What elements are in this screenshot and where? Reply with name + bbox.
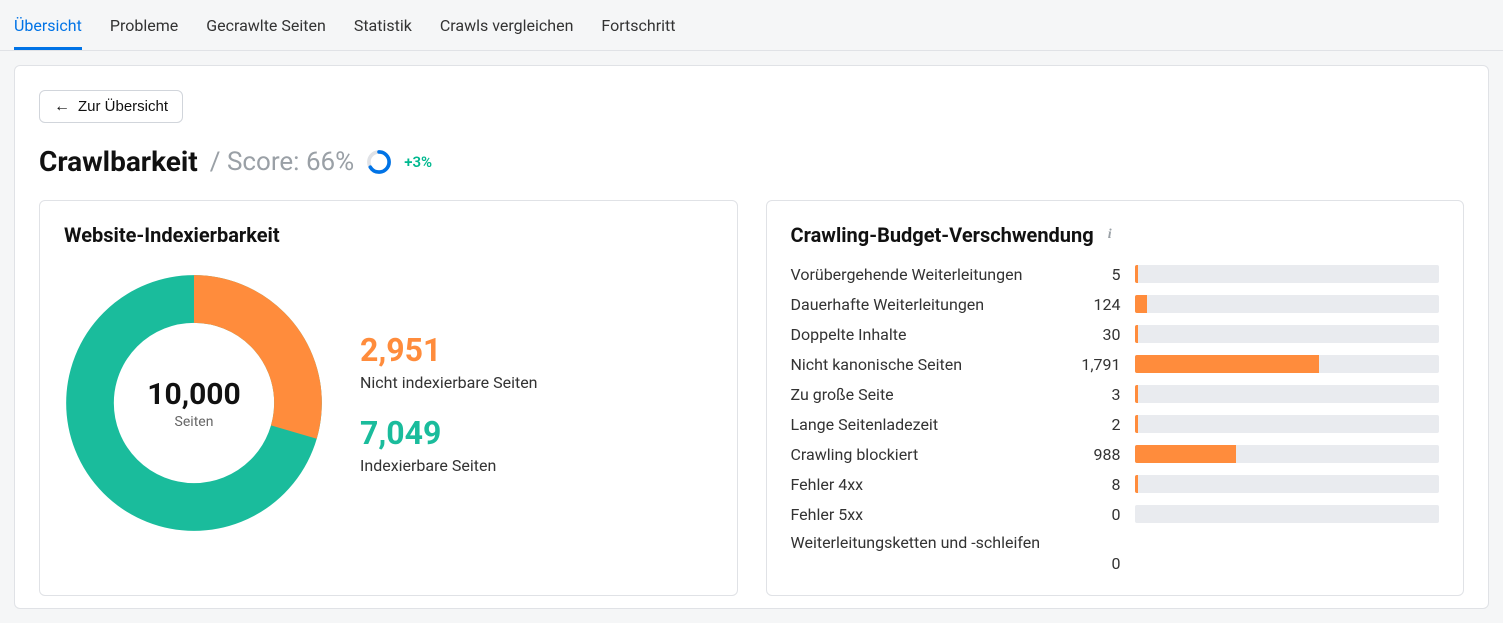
budget-row-bar bbox=[1135, 265, 1440, 283]
indexability-title: Website-Indexierbarkeit bbox=[64, 223, 713, 247]
budget-row[interactable]: Fehler 4xx 8 bbox=[791, 473, 1440, 495]
budget-row-value: 0 bbox=[1075, 554, 1121, 573]
page-title: Crawlbarkeit bbox=[39, 145, 198, 178]
budget-row[interactable]: Dauerhafte Weiterleitungen 124 bbox=[791, 293, 1440, 315]
back-button[interactable]: ← Zur Übersicht bbox=[39, 90, 183, 123]
budget-row-bar bbox=[1135, 415, 1440, 433]
budget-row-value: 3 bbox=[1075, 385, 1121, 404]
budget-row-value: 5 bbox=[1075, 265, 1121, 284]
tab-probleme[interactable]: Probleme bbox=[110, 10, 178, 50]
budget-row-value: 2 bbox=[1075, 415, 1121, 434]
cards-row: Website-Indexierbarkeit 10,000 Seiten 2,… bbox=[39, 200, 1464, 596]
budget-row[interactable]: Doppelte Inhalte 30 bbox=[791, 323, 1440, 345]
budget-row-value: 988 bbox=[1075, 445, 1121, 464]
page-title-row: Crawlbarkeit / Score: 66% +3% bbox=[39, 145, 1464, 178]
indexability-body: 10,000 Seiten 2,951 Nicht indexierbare S… bbox=[64, 263, 713, 543]
budget-row-bar bbox=[1135, 385, 1440, 403]
tab-statistik[interactable]: Statistik bbox=[354, 10, 412, 50]
budget-row-name: Fehler 5xx bbox=[791, 505, 1061, 524]
tabs-bar: Übersicht Probleme Gecrawlte Seiten Statist… bbox=[0, 0, 1503, 51]
budget-row-name: Zu große Seite bbox=[791, 385, 1061, 404]
budget-row[interactable]: Crawling blockiert 988 bbox=[791, 443, 1440, 465]
budget-row-name: Nicht kanonische Seiten bbox=[791, 355, 1061, 374]
budget-row-name: Fehler 4xx bbox=[791, 475, 1061, 494]
back-button-label: Zur Übersicht bbox=[78, 98, 168, 115]
budget-row-name: Lange Seitenladezeit bbox=[791, 415, 1061, 434]
tab-übersicht[interactable]: Übersicht bbox=[14, 10, 82, 50]
budget-title: Crawling-Budget-Verschwendung i bbox=[791, 223, 1440, 247]
budget-row-bar bbox=[1135, 445, 1440, 463]
score-label: / Score: 66% bbox=[210, 147, 354, 177]
budget-row-bar bbox=[1135, 295, 1440, 313]
indexable-label: Indexierbare Seiten bbox=[360, 456, 538, 475]
budget-row[interactable]: Vorübergehende Weiterleitungen 5 bbox=[791, 263, 1440, 285]
budget-row[interactable]: Weiterleitungsketten und -schleifen 0 bbox=[791, 533, 1440, 573]
budget-row-value: 124 bbox=[1075, 295, 1121, 314]
donut-total-value: 10,000 bbox=[147, 377, 240, 412]
budget-row-value: 1,791 bbox=[1075, 355, 1121, 374]
budget-row[interactable]: Lange Seitenladezeit 2 bbox=[791, 413, 1440, 435]
budget-row-bar bbox=[1135, 475, 1440, 493]
tab-fortschritt[interactable]: Fortschritt bbox=[601, 10, 675, 50]
score-delta: +3% bbox=[404, 153, 432, 171]
budget-row-bar bbox=[1135, 355, 1440, 373]
budget-row-bar bbox=[1135, 505, 1440, 523]
indexability-card: Website-Indexierbarkeit 10,000 Seiten 2,… bbox=[39, 200, 738, 596]
budget-rows: Vorübergehende Weiterleitungen 5 Dauerhaft… bbox=[791, 263, 1440, 573]
info-icon[interactable]: i bbox=[1102, 227, 1118, 243]
arrow-left-icon: ← bbox=[54, 99, 70, 115]
budget-row-name: Weiterleitungsketten und -schleifen bbox=[791, 533, 1123, 552]
budget-row[interactable]: Nicht kanonische Seiten 1,791 bbox=[791, 353, 1440, 375]
page-panel: ← Zur Übersicht Crawlbarkeit / Score: 66… bbox=[14, 65, 1489, 609]
indexable-value: 7,049 bbox=[360, 414, 538, 452]
budget-row[interactable]: Fehler 5xx 0 bbox=[791, 503, 1440, 525]
indexability-donut[interactable]: 10,000 Seiten bbox=[64, 273, 324, 533]
indexability-legend: 2,951 Nicht indexierbare Seiten 7,049 In… bbox=[360, 331, 538, 475]
budget-row-value: 8 bbox=[1075, 475, 1121, 494]
budget-row[interactable]: Zu große Seite 3 bbox=[791, 383, 1440, 405]
budget-row-bar bbox=[1135, 562, 1440, 566]
score-ring-icon bbox=[366, 149, 392, 175]
donut-total-label: Seiten bbox=[175, 414, 214, 430]
budget-row-bar bbox=[1135, 325, 1440, 343]
budget-row-value: 0 bbox=[1075, 505, 1121, 524]
non-indexable-label: Nicht indexierbare Seiten bbox=[360, 373, 538, 392]
budget-row-name: Doppelte Inhalte bbox=[791, 325, 1061, 344]
donut-center: 10,000 Seiten bbox=[64, 273, 324, 533]
budget-card: Crawling-Budget-Verschwendung i Vorüberg… bbox=[766, 200, 1465, 596]
budget-row-name: Crawling blockiert bbox=[791, 445, 1061, 464]
budget-row-name: Dauerhafte Weiterleitungen bbox=[791, 295, 1061, 314]
tab-gecrawlte-seiten[interactable]: Gecrawlte Seiten bbox=[206, 10, 326, 50]
tab-crawls-vergleichen[interactable]: Crawls vergleichen bbox=[440, 10, 574, 50]
budget-row-value: 30 bbox=[1075, 325, 1121, 344]
budget-row-name: Vorübergehende Weiterleitungen bbox=[791, 265, 1061, 284]
non-indexable-value: 2,951 bbox=[360, 331, 538, 369]
